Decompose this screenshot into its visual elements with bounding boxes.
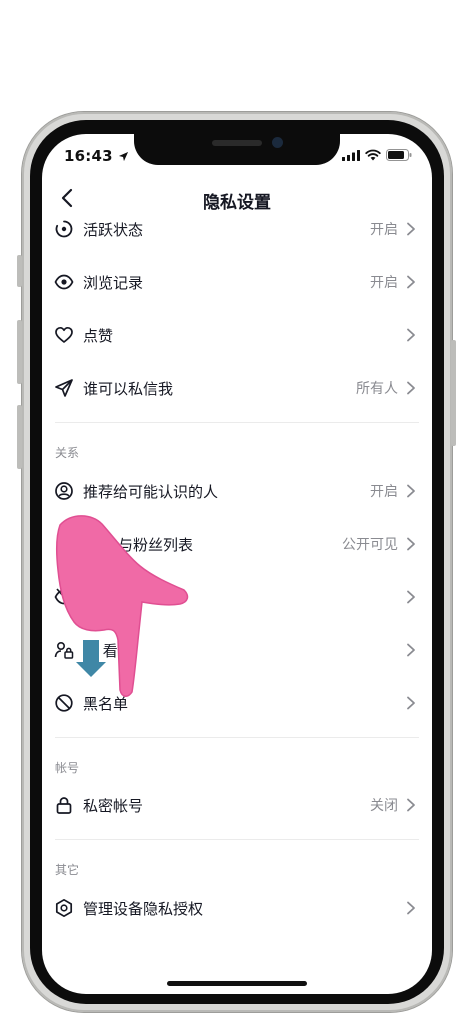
setting-row-blacklist[interactable]: 黑名单 <box>42 677 432 729</box>
block-icon <box>55 694 73 712</box>
chevron-right-icon <box>407 381 415 395</box>
section-title-account: 帐号 <box>55 761 80 775</box>
chevron-right-icon <box>407 484 415 498</box>
location-arrow-icon <box>119 151 129 162</box>
chevron-right-icon <box>407 590 415 604</box>
setting-row-device-privacy[interactable]: 管理设备隐私授权 <box>42 882 432 934</box>
setting-value: 关闭 <box>370 798 398 814</box>
setting-label: 私密帐号 <box>83 796 144 815</box>
eye-off-icon <box>54 588 74 606</box>
setting-row-dont-let-see[interactable]: 让 看 <box>42 624 432 676</box>
side-button-volume-down <box>17 405 22 469</box>
side-button-power <box>451 340 456 446</box>
setting-row-private-account[interactable]: 私密帐号 关闭 <box>42 779 432 831</box>
setting-label: 浏览记录 <box>83 273 144 292</box>
notch <box>134 134 340 165</box>
activity-status-icon <box>55 220 73 238</box>
status-icons <box>342 149 412 161</box>
front-camera <box>272 137 283 148</box>
setting-label: 与粉丝列表 <box>118 535 194 554</box>
setting-label: 黑名单 <box>83 694 129 713</box>
lock-icon <box>56 797 72 814</box>
person-circle-icon <box>55 482 73 500</box>
section-divider <box>55 422 419 423</box>
wifi-icon <box>365 149 381 161</box>
eye-icon <box>54 274 74 290</box>
shield-hexagon-icon <box>55 898 73 918</box>
earpiece-speaker <box>212 140 262 146</box>
section-divider <box>55 737 419 738</box>
chevron-right-icon <box>407 643 415 657</box>
status-time: 16:43 <box>64 147 129 165</box>
paper-plane-icon <box>55 379 73 397</box>
setting-label: 谁可以私信我 <box>83 379 174 398</box>
chevron-right-icon <box>407 696 415 710</box>
chevron-right-icon <box>407 901 415 915</box>
section-title-other: 其它 <box>55 863 80 877</box>
battery-icon <box>386 149 412 161</box>
chevron-right-icon <box>407 537 415 551</box>
section-divider <box>55 839 419 840</box>
chevron-right-icon <box>407 275 415 289</box>
heart-icon <box>55 326 73 343</box>
person-lock-icon <box>54 641 74 659</box>
setting-row-who-can-message[interactable]: 谁可以私信我 所有人 <box>42 362 432 414</box>
setting-row-hidden[interactable] <box>42 571 432 623</box>
setting-row-activity-status[interactable]: 活跃状态 开启 <box>42 203 432 255</box>
setting-label: 活跃状态 <box>83 220 144 239</box>
setting-value: 开启 <box>370 222 398 238</box>
setting-row-likes[interactable]: 点赞 <box>42 309 432 361</box>
setting-value: 所有人 <box>356 381 398 397</box>
setting-row-recommend[interactable]: 推荐给可能认识的人 开启 <box>42 465 432 517</box>
chevron-right-icon <box>407 222 415 236</box>
section-title-relations: 关系 <box>55 446 80 460</box>
setting-value: 开启 <box>370 484 398 500</box>
home-indicator <box>167 981 307 986</box>
chevron-right-icon <box>407 328 415 342</box>
phone-screen: 16:43 隐私设置 活跃状态 开启 浏览记录 开启 点赞 谁可以私信我 所有人… <box>42 134 432 994</box>
setting-value: 开启 <box>370 275 398 291</box>
side-button-mute <box>17 255 22 287</box>
setting-label: 让 看 <box>83 641 118 660</box>
setting-label: 点赞 <box>83 326 114 345</box>
chevron-right-icon <box>407 798 415 812</box>
setting-value: 公开可见 <box>342 537 398 553</box>
setting-label: 管理设备隐私授权 <box>83 899 204 918</box>
cellular-signal-icon <box>342 149 360 161</box>
setting-row-browse-history[interactable]: 浏览记录 开启 <box>42 256 432 308</box>
side-button-volume-up <box>17 320 22 384</box>
setting-label: 推荐给可能认识的人 <box>83 482 219 501</box>
setting-row-following-followers-list[interactable]: 与粉丝列表 公开可见 <box>42 518 432 570</box>
